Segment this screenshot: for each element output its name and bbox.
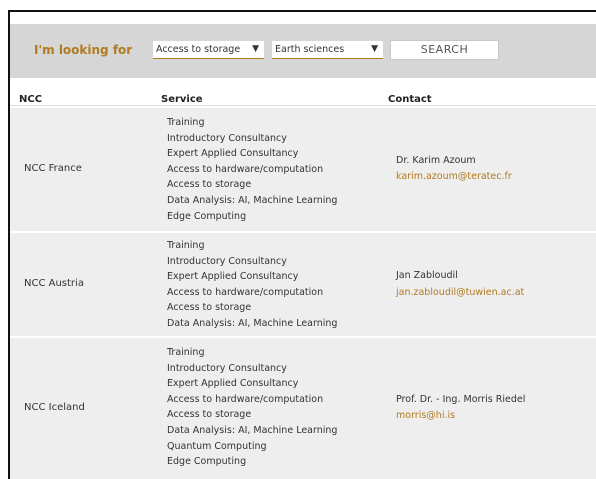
service-list: Training Introductory Consultancy Expert… (167, 115, 337, 224)
column-header-ncc: NCC (19, 94, 43, 105)
ncc-name: NCC Iceland (24, 402, 85, 413)
contact-email-link[interactable]: karim.azoum@teratec.fr (396, 171, 512, 182)
ncc-name: NCC Austria (24, 278, 84, 289)
service-item: Access to storage (167, 179, 252, 191)
service-item: Introductory Consultancy (167, 255, 287, 267)
service-item: Edge Computing (167, 210, 247, 222)
service-item: Data Analysis: AI, Machine Learning (167, 317, 338, 329)
column-header-contact: Contact (388, 94, 432, 105)
service-select-value: Access to storage (156, 44, 241, 55)
search-button[interactable]: SEARCH (390, 40, 499, 60)
service-item: Edge Computing (167, 456, 247, 468)
contact-name: Prof. Dr. - Ing. Morris Riedel (396, 394, 526, 405)
service-item: Training (167, 240, 205, 251)
domain-select[interactable]: Earth sciences ▼ (272, 41, 383, 59)
service-item: Data Analysis: AI, Machine Learning (167, 424, 338, 436)
contact-name: Dr. Karim Azoum (396, 155, 476, 166)
header-divider (10, 105, 596, 106)
service-item: Expert Applied Consultancy (167, 378, 299, 390)
service-item: Access to storage (167, 409, 252, 421)
service-item: Introductory Consultancy (167, 362, 287, 374)
filter-label: I'm looking for (34, 43, 133, 57)
domain-select-value: Earth sciences (275, 44, 345, 55)
service-item: Access to hardware/computation (167, 286, 324, 298)
service-item: Quantum Computing (167, 440, 267, 452)
service-item: Introductory Consultancy (167, 132, 287, 144)
chevron-down-icon: ▼ (252, 44, 259, 54)
service-list: Training Introductory Consultancy Expert… (167, 345, 337, 470)
service-item: Data Analysis: AI, Machine Learning (167, 194, 338, 206)
filter-bar: I'm looking for Access to storage ▼ Eart… (10, 24, 596, 78)
contact-name: Jan Zabloudil (396, 270, 458, 281)
table-row: NCC Iceland Training Introductory Consul… (10, 338, 596, 479)
service-item: Training (167, 117, 205, 128)
service-list: Training Introductory Consultancy Expert… (167, 238, 337, 332)
service-select[interactable]: Access to storage ▼ (153, 41, 264, 59)
service-item: Access to hardware/computation (167, 393, 324, 405)
column-header-service: Service (161, 94, 203, 105)
ncc-name: NCC France (24, 163, 82, 174)
contact-email-link[interactable]: jan.zabloudil@tuwien.ac.at (396, 287, 524, 298)
chevron-down-icon: ▼ (371, 44, 378, 54)
table-row: NCC France Training Introductory Consult… (10, 108, 596, 231)
service-item: Expert Applied Consultancy (167, 271, 299, 283)
service-item: Access to storage (167, 302, 252, 314)
service-item: Access to hardware/computation (167, 163, 324, 175)
service-item: Expert Applied Consultancy (167, 148, 299, 160)
contact-email-link[interactable]: morris@hi.is (396, 410, 455, 421)
service-item: Training (167, 347, 205, 358)
table-row: NCC Austria Training Introductory Consul… (10, 233, 596, 336)
